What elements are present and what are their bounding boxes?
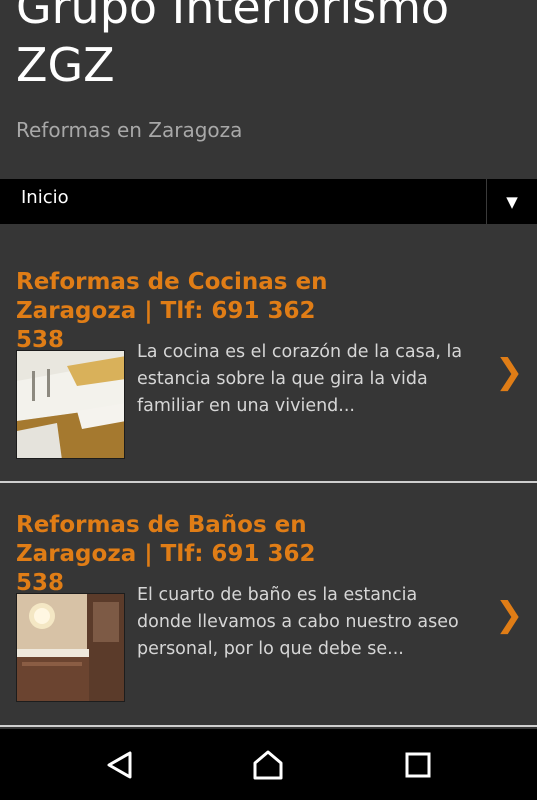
site-header: Grupo Interiorismo ZGZ Reformas en Zarag… [0,0,537,180]
excerpt-line: estancia sobre la que gira la vida [137,369,428,389]
kitchen-photo[interactable] [16,350,125,459]
home-icon[interactable] [252,749,284,781]
excerpt-line: La cocina es el corazón de la casa, la [137,342,463,362]
excerpt-line: familiar en una viviend... [137,396,355,416]
bathroom-photo-image [17,594,124,701]
article-card: Reformas de Baños en Zaragoza | Tlf: 691… [0,483,537,727]
site-title-line-2[interactable]: ZGZ [16,38,115,92]
recents-icon[interactable] [402,749,434,781]
excerpt-line: donde llevamos a cabo nuestro aseo [137,612,459,632]
article-title-line-1[interactable]: Reformas de Cocinas en [16,269,327,295]
system-navigation-bar [0,729,537,800]
kitchen-photo-image [17,351,124,458]
divider [0,725,537,727]
article-excerpt: La cocina es el corazón de la casa, la e… [137,339,487,420]
bathroom-photo[interactable] [16,593,125,702]
chevron-down-icon: ▼ [506,192,518,211]
nav-item-inicio[interactable]: Inicio [21,187,69,208]
article-excerpt: El cuarto de baño es la estancia donde l… [137,582,487,663]
main-nav: Inicio ▼ [0,179,537,224]
menu-toggle-button[interactable]: ▼ [487,179,537,224]
chevron-right-icon[interactable]: ❯ [495,595,524,635]
site-subtitle: Reformas en Zaragoza [16,118,243,142]
article-card: Reformas de Cocinas en Zaragoza | Tlf: 6… [0,224,537,482]
chevron-right-icon[interactable]: ❯ [495,352,524,392]
article-title-line-1[interactable]: Reformas de Baños en [16,512,307,538]
back-icon[interactable] [104,749,136,781]
site-title[interactable]: Grupo Interiorismo ZGZ [16,0,526,94]
excerpt-line: personal, por lo que debe se... [137,639,404,659]
excerpt-line: El cuarto de baño es la estancia [137,585,418,605]
site-title-line-1[interactable]: Grupo Interiorismo [16,0,449,34]
